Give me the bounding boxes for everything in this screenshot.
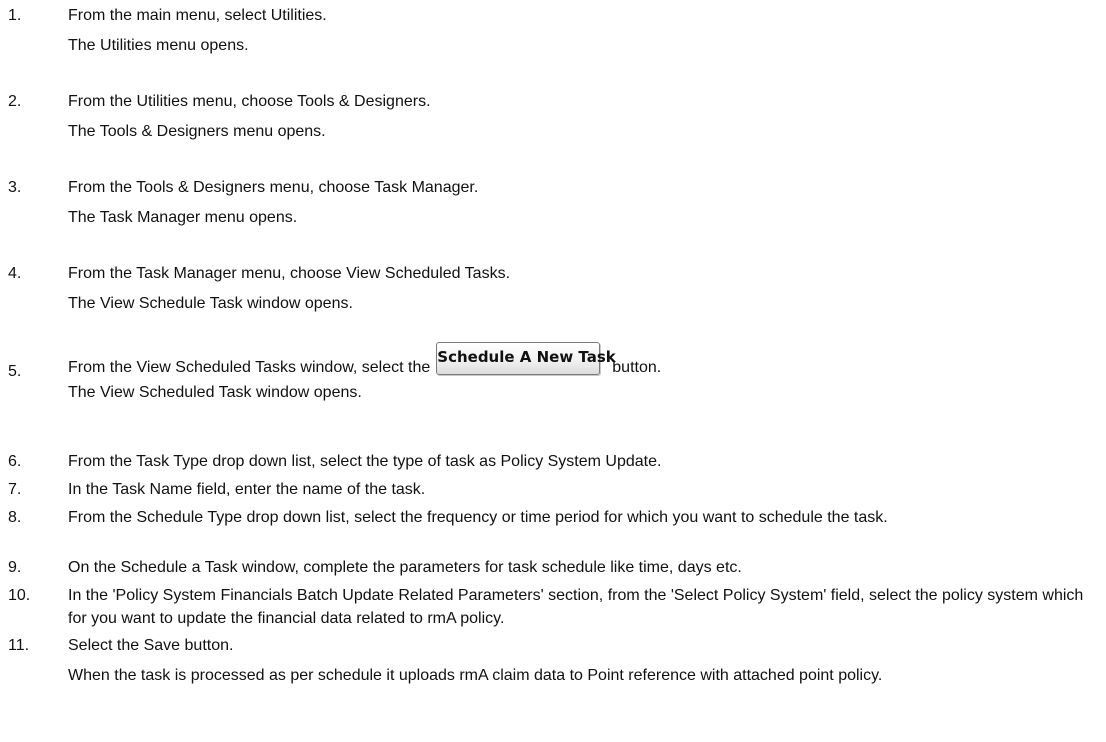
step-instruction: On the Schedule a Task window, complete … [68, 559, 742, 576]
step-number: 10. [8, 587, 31, 604]
step-9: 9. On the Schedule a Task window, comple… [8, 556, 1098, 579]
step-10: 10. In the 'Policy System Financials Bat… [8, 584, 1098, 630]
step-instruction: From the Task Manager menu, choose View … [68, 265, 511, 282]
step-number: 2. [8, 93, 22, 110]
step-instruction: From the Schedule Type drop down list, s… [68, 509, 888, 526]
step-instruction: From the Tools & Designers menu, choose … [68, 179, 479, 196]
step-instruction: From the View Scheduled Tasks window, se… [68, 359, 431, 376]
step-result: The View Schedule Task window opens. [68, 295, 353, 312]
step-6: 6. From the Task Type drop down list, se… [8, 450, 1098, 473]
instruction-document: 1. From the main menu, select Utilities.… [0, 0, 1106, 742]
step-1: 1. From the main menu, select Utilities.… [8, 4, 1098, 57]
step-instruction: Select the Save button. [68, 637, 234, 654]
step-result: The Task Manager menu opens. [68, 209, 298, 226]
step-2: 2. From the Utilities menu, choose Tools… [8, 90, 1098, 143]
step-instruction: From the main menu, select Utilities. [68, 7, 327, 24]
step-11: 11. Select the Save button. When the tas… [8, 634, 1098, 687]
step-number: 6. [8, 453, 22, 470]
step-5: 5. From the View Scheduled Tasks window,… [8, 342, 1098, 404]
step-result: The View Scheduled Task window opens. [68, 384, 362, 401]
step-instruction: In the Task Name field, enter the name o… [68, 481, 426, 498]
step-number: 4. [8, 265, 22, 282]
step-result: The Tools & Designers menu opens. [68, 123, 326, 140]
step-number: 5. [8, 363, 22, 380]
step-instruction: In the 'Policy System Financials Batch U… [68, 587, 1084, 627]
step-number: 9. [8, 559, 22, 576]
step-3: 3. From the Tools & Designers menu, choo… [8, 176, 1098, 229]
step-number: 8. [8, 509, 22, 526]
step-instruction: From the Utilities menu, choose Tools & … [68, 93, 431, 110]
schedule-new-task-button[interactable]: Schedule A New Task [436, 342, 616, 375]
step-result: The Utilities menu opens. [68, 37, 249, 54]
step-4: 4. From the Task Manager menu, choose Vi… [8, 262, 1098, 315]
step-instruction-suffix: button. [612, 359, 662, 376]
step-result: When the task is processed as per schedu… [68, 667, 883, 684]
step-number: 7. [8, 481, 22, 498]
step-instruction: From the Task Type drop down list, selec… [68, 453, 662, 470]
step-8: 8. From the Schedule Type drop down list… [8, 506, 1098, 529]
step-number: 11. [8, 637, 30, 654]
step-number: 1. [8, 7, 22, 24]
step-number: 3. [8, 179, 22, 196]
step-7: 7. In the Task Name field, enter the nam… [8, 478, 1098, 501]
